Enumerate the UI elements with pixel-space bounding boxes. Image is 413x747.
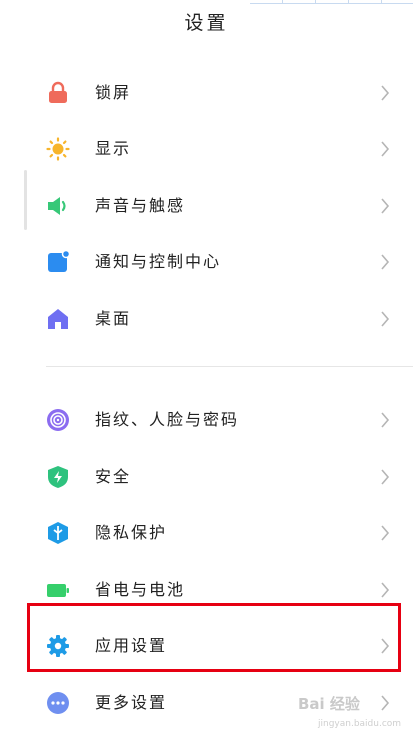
watermark-logo: Bai 经验: [298, 695, 360, 713]
settings-item-label: 通知与控制中心: [95, 252, 222, 271]
section-divider: [46, 366, 413, 367]
settings-item-label: 桌面: [95, 309, 132, 328]
sun-icon: [46, 137, 70, 161]
settings-item-label: 显示: [95, 139, 132, 158]
settings-item-label: 指纹、人脸与密码: [95, 410, 240, 429]
settings-item-display[interactable]: 显示: [0, 124, 413, 174]
chevron-right-icon: [379, 523, 391, 543]
highlight-box: [27, 603, 401, 672]
settings-item-notifications[interactable]: 通知与控制中心: [0, 237, 413, 287]
notification-icon: [46, 249, 71, 274]
settings-item-security[interactable]: 安全: [0, 452, 413, 502]
chevron-right-icon: [379, 309, 391, 329]
chevron-right-icon: [379, 196, 391, 216]
battery-icon: [46, 578, 70, 602]
settings-item-lock[interactable]: 锁屏: [0, 68, 413, 118]
settings-item-label: 更多设置: [95, 693, 168, 712]
top-grid-lines: [250, 0, 413, 4]
chevron-right-icon: [379, 410, 391, 430]
chevron-right-icon: [379, 252, 391, 272]
shield-icon: [46, 465, 70, 489]
watermark: Bai 经验 jingyan.baidu.com: [298, 693, 410, 743]
privacy-icon: [46, 521, 70, 545]
settings-item-sound[interactable]: 声音与触感: [0, 181, 413, 231]
settings-item-home[interactable]: 桌面: [0, 294, 413, 344]
chevron-right-icon: [379, 139, 391, 159]
speaker-icon: [46, 194, 70, 218]
settings-item-privacy[interactable]: 隐私保护: [0, 508, 413, 558]
lock-icon: [46, 81, 70, 105]
settings-item-fingerprint[interactable]: 指纹、人脸与密码: [0, 395, 413, 445]
chevron-right-icon: [379, 83, 391, 103]
watermark-url: jingyan.baidu.com: [318, 719, 402, 729]
home-icon: [46, 307, 70, 331]
settings-item-label: 锁屏: [95, 83, 132, 102]
settings-item-label: 声音与触感: [95, 196, 186, 215]
more-icon: [46, 691, 70, 715]
settings-item-label: 隐私保护: [95, 523, 168, 542]
page-title: 设置: [184, 12, 229, 34]
chevron-right-icon: [379, 467, 391, 487]
settings-item-label: 安全: [95, 467, 132, 486]
settings-item-label: 省电与电池: [95, 580, 186, 599]
fingerprint-icon: [46, 408, 70, 432]
chevron-right-icon: [379, 580, 391, 600]
